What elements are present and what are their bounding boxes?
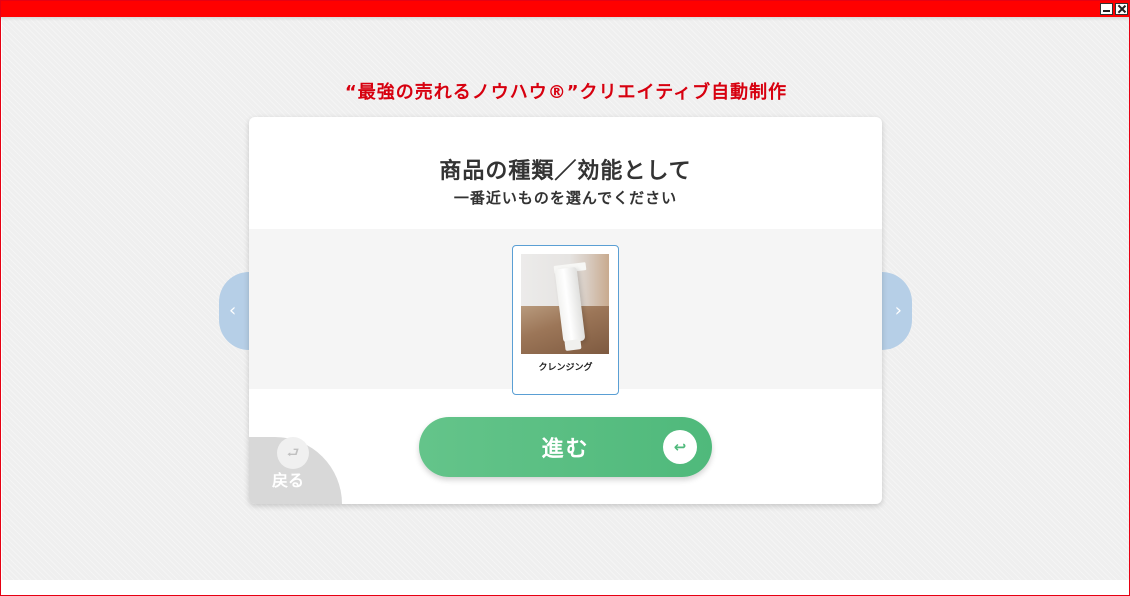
back-button[interactable]: ⮐ 戻る — [249, 437, 342, 504]
selection-card: 商品の種類／効能として 一番近いものを選んでください クレンジング ⮐ 戻る 進… — [249, 117, 882, 504]
back-label: 戻る — [272, 471, 305, 490]
product-image — [521, 254, 609, 354]
option-label: クレンジング — [538, 363, 593, 373]
return-arrow-icon: ⮐ — [277, 437, 309, 469]
card-title: 商品の種類／効能として — [439, 159, 692, 184]
app-heading: “最強の売れるノウハウ®”クリエイティブ自動制作 — [344, 82, 788, 103]
card-subtitle: 一番近いものを選んでください — [453, 189, 678, 207]
title-bar-shadow — [1, 17, 1129, 21]
close-icon[interactable] — [1115, 3, 1128, 15]
title-bar[interactable] — [1, 1, 1129, 17]
chevron-left-icon: ‹ — [229, 300, 237, 321]
proceed-button[interactable]: 進む ↩ — [419, 417, 712, 477]
bottom-strip — [2, 580, 1129, 595]
return-arrow-icon: ↩ — [663, 430, 697, 464]
minimize-icon[interactable] — [1100, 3, 1113, 15]
chevron-right-icon: › — [894, 300, 902, 321]
option-card-cleansing[interactable]: クレンジング — [512, 245, 619, 395]
app-window: “最強の売れるノウハウ®”クリエイティブ自動制作 ‹ › 商品の種類／効能として… — [0, 0, 1130, 596]
